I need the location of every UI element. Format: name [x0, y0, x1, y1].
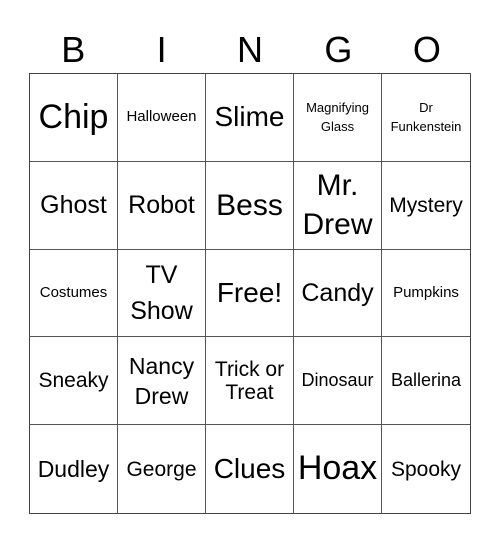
bingo-header: B I N G O: [29, 30, 471, 70]
bingo-cell: Slime: [206, 74, 294, 162]
bingo-cell: Mystery: [382, 162, 470, 250]
bingo-cell: Trick or Treat: [206, 337, 294, 426]
cell-label: George: [126, 457, 197, 481]
cell-label: Nancy Drew: [128, 352, 195, 409]
bingo-cell: Pumpkins: [382, 250, 470, 338]
bingo-cell: Robot: [118, 161, 206, 250]
cell-label: Halloween: [126, 108, 197, 126]
bingo-cell: Sneaky: [30, 337, 118, 426]
cell-label: Chip: [38, 97, 109, 136]
bingo-cell: Dudley: [30, 425, 118, 513]
cell-label: Dr Funkenstein: [390, 100, 462, 135]
cell-label: Slime: [214, 101, 285, 132]
bingo-cell: Costumes: [30, 249, 118, 338]
bingo-cell: Halloween: [118, 74, 206, 162]
cell-label: Ballerina: [390, 369, 462, 390]
cell-label: Ghost: [40, 191, 107, 220]
bingo-cell: TV Show: [118, 249, 206, 338]
header-letter-i: I: [156, 29, 167, 70]
cell-label: Free!: [216, 276, 283, 308]
cell-label: Mystery: [389, 193, 463, 217]
bingo-cell: Dinosaur: [294, 337, 382, 426]
bingo-cell: Clues: [206, 425, 294, 513]
cell-label: Robot: [128, 191, 195, 220]
cell-label: Hoax: [297, 449, 378, 488]
cell-label: Spooky: [390, 457, 462, 481]
bingo-cell: Chip: [30, 74, 118, 162]
bingo-cell: Candy: [294, 249, 382, 338]
cell-label: Costumes: [39, 283, 108, 301]
cell-label: Trick or Treat: [214, 357, 285, 404]
bingo-cell: Bess: [206, 161, 294, 250]
cell-label: Dinosaur: [301, 369, 374, 390]
bingo-cell: Dr Funkenstein: [382, 74, 470, 162]
bingo-cell: Ghost: [30, 161, 118, 250]
bingo-cell: Mr. Drew: [294, 161, 382, 250]
bingo-cell: Spooky: [382, 425, 470, 513]
cell-label: Candy: [301, 278, 374, 307]
bingo-cell: George: [118, 425, 206, 513]
header-letter-n: N: [237, 29, 264, 70]
cell-label: Dudley: [37, 456, 110, 483]
cell-label: Mr. Drew: [302, 169, 373, 242]
header-letter-b: B: [61, 29, 86, 70]
bingo-cell: Free!: [206, 249, 294, 338]
cell-label: Bess: [216, 188, 283, 222]
header-letter-g: G: [324, 29, 353, 70]
bingo-cell: Ballerina: [382, 337, 470, 426]
bingo-cell: Nancy Drew: [118, 337, 206, 426]
cell-label: Magnifying Glass: [306, 100, 369, 135]
bingo-cell: Magnifying Glass: [294, 74, 382, 162]
cell-label: Clues: [213, 452, 286, 484]
cell-label: TV Show: [130, 260, 193, 325]
cell-label: Sneaky: [38, 369, 109, 393]
header-letter-o: O: [412, 29, 441, 70]
bingo-cell: Hoax: [294, 425, 382, 513]
cell-label: Pumpkins: [393, 283, 459, 301]
bingo-grid: Chip Halloween Slime Magnifying Glass Dr Fun…: [29, 73, 471, 514]
